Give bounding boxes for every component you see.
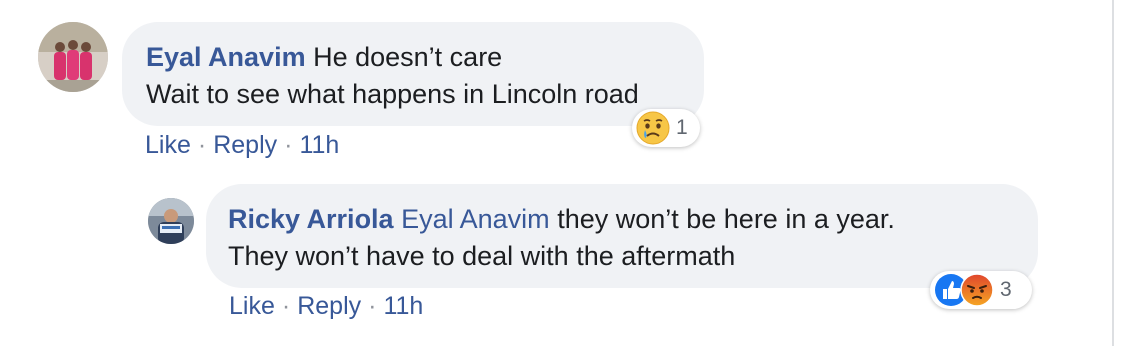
mention-link[interactable]: Eyal Anavim	[401, 204, 550, 234]
reaction-summary[interactable]: 3	[930, 271, 1032, 309]
comment-author[interactable]: Eyal Anavim	[146, 42, 306, 72]
avatar[interactable]	[38, 22, 108, 92]
reaction-summary[interactable]: 1	[632, 109, 700, 147]
reply-button[interactable]: Reply	[297, 292, 361, 320]
like-button[interactable]: Like	[145, 131, 191, 159]
separator: ·	[368, 292, 377, 320]
timestamp[interactable]: 11h	[383, 292, 423, 320]
comment-text-line: Wait to see what happens in Lincoln road	[146, 79, 639, 109]
comment-text: they won’t be here in a year.	[557, 204, 895, 234]
comment-text-line: They won’t have to deal with the afterma…	[228, 241, 736, 271]
separator: ·	[197, 131, 207, 159]
timestamp[interactable]: 11h	[299, 131, 339, 159]
comment-author[interactable]: Ricky Arriola	[228, 204, 394, 234]
like-button[interactable]: Like	[229, 292, 275, 320]
separator: ·	[281, 292, 291, 320]
sad-icon	[636, 111, 670, 145]
reply-button[interactable]: Reply	[213, 131, 277, 159]
panel-border	[1112, 0, 1114, 346]
comment-actions: Like · Reply · 11h	[229, 292, 423, 321]
comment-bubble: Eyal Anavim He doesn’t care Wait to see …	[122, 22, 704, 126]
angry-icon	[960, 273, 994, 307]
comment-actions: Like · Reply · 11h	[145, 131, 339, 160]
comment-bubble: Ricky Arriola Eyal Anavim they won’t be …	[206, 184, 1038, 288]
comment-text: He doesn’t care	[313, 42, 503, 72]
reaction-count: 1	[676, 116, 688, 139]
separator: ·	[284, 131, 293, 159]
reaction-count: 3	[1000, 278, 1012, 301]
avatar[interactable]	[148, 198, 194, 244]
